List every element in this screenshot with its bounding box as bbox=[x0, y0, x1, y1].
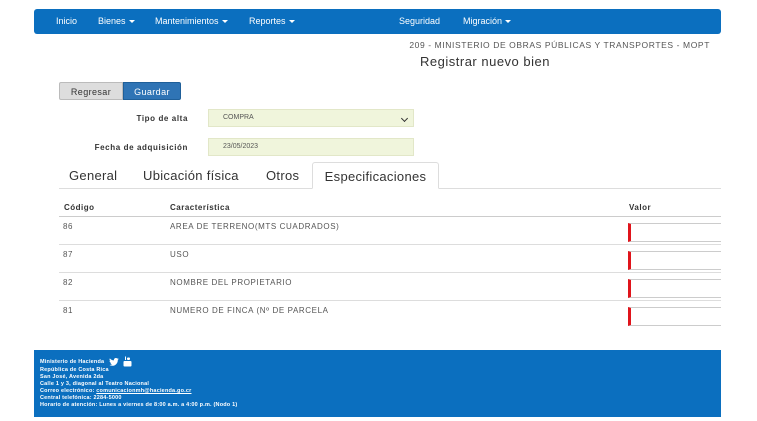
back-button[interactable]: Regresar bbox=[59, 82, 123, 100]
page-title: Registrar nuevo bien bbox=[420, 54, 550, 69]
nav-reportes[interactable]: Reportes bbox=[249, 9, 295, 34]
top-navbar: Inicio Bienes Mantenimientos Reportes Se… bbox=[34, 9, 721, 34]
caret-down-icon bbox=[128, 20, 135, 24]
nav-reportes-label: Reportes bbox=[249, 16, 286, 26]
row-caracteristica: AREA DE TERRENO(MTS CUADRADOS) bbox=[170, 222, 340, 231]
fecha-adquisicion-input[interactable]: 23/05/2023 bbox=[208, 138, 414, 156]
fecha-adquisicion-label: Fecha de adquisición bbox=[94, 143, 188, 152]
footer-email-label: Correo electrónico: bbox=[40, 388, 95, 394]
table-row: 87 USO bbox=[59, 245, 721, 273]
table-row: 82 NOMBRE DEL PROPIETARIO bbox=[59, 273, 721, 301]
row-codigo: 87 bbox=[63, 250, 74, 259]
footer-country: República de Costa Rica bbox=[40, 367, 109, 373]
caret-down-icon bbox=[505, 20, 512, 24]
footer-phone: Central telefónica: 2284-5000 bbox=[40, 395, 122, 401]
valor-input[interactable] bbox=[628, 223, 721, 242]
valor-input[interactable] bbox=[628, 279, 721, 298]
caret-down-icon bbox=[221, 20, 228, 24]
tipo-alta-label: Tipo de alta bbox=[136, 114, 188, 123]
footer-org-name: Ministerio de Hacienda bbox=[40, 358, 105, 365]
row-caracteristica: NOMBRE DEL PROPIETARIO bbox=[170, 278, 293, 287]
footer-email-line: Correo electrónico: comunicacionmh@hacie… bbox=[40, 388, 192, 394]
chevron-down-icon bbox=[400, 114, 409, 123]
column-header-codigo: Código bbox=[64, 203, 95, 212]
nav-inicio[interactable]: Inicio bbox=[56, 9, 77, 34]
twitter-icon[interactable] bbox=[109, 357, 119, 366]
nav-migracion[interactable]: Migración bbox=[463, 9, 512, 34]
nav-seguridad[interactable]: Seguridad bbox=[399, 9, 440, 34]
caret-down-icon bbox=[288, 20, 295, 24]
youtube-icon[interactable] bbox=[123, 356, 132, 367]
nav-mantenimientos-label: Mantenimientos bbox=[155, 16, 219, 26]
ministry-name: 209 - MINISTERIO DE OBRAS PÚBLICAS Y TRA… bbox=[409, 40, 710, 50]
tab-especificaciones[interactable]: Especificaciones bbox=[312, 162, 439, 189]
footer: Ministerio de Hacienda República de Cost… bbox=[34, 350, 721, 417]
footer-address-2: Calle 1 y 3, diagonal al Teatro Nacional bbox=[40, 381, 150, 387]
valor-input[interactable] bbox=[628, 307, 721, 326]
tab-general[interactable]: General bbox=[69, 162, 117, 189]
column-header-caracteristica: Característica bbox=[170, 203, 230, 212]
nav-mantenimientos[interactable]: Mantenimientos bbox=[155, 9, 228, 34]
tab-otros[interactable]: Otros bbox=[266, 162, 299, 189]
row-caracteristica: NUMERO DE FINCA (Nº DE PARCELA bbox=[170, 306, 329, 315]
tab-ubicacion-fisica[interactable]: Ubicación física bbox=[143, 162, 239, 189]
row-codigo: 81 bbox=[63, 306, 74, 315]
footer-address-1: San José, Avenida 2da bbox=[40, 374, 104, 380]
save-button[interactable]: Guardar bbox=[123, 82, 181, 100]
tipo-alta-value: COMPRA bbox=[223, 114, 254, 121]
row-codigo: 86 bbox=[63, 222, 74, 231]
tipo-alta-select[interactable]: COMPRA bbox=[208, 109, 414, 127]
footer-hours: Horario de atención: Lunes a viernes de … bbox=[40, 402, 238, 408]
nav-migracion-label: Migración bbox=[463, 16, 503, 26]
row-codigo: 82 bbox=[63, 278, 74, 287]
footer-org-line: Ministerio de Hacienda bbox=[40, 356, 132, 367]
nav-bienes-label: Bienes bbox=[98, 16, 126, 26]
row-caracteristica: USO bbox=[170, 250, 190, 259]
fecha-adquisicion-value: 23/05/2023 bbox=[223, 143, 259, 150]
valor-input[interactable] bbox=[628, 251, 721, 270]
table-row: 81 NUMERO DE FINCA (Nº DE PARCELA bbox=[59, 301, 721, 329]
footer-email-link[interactable]: comunicacionmh@hacienda.go.cr bbox=[96, 388, 191, 394]
column-header-valor: Valor bbox=[629, 203, 652, 212]
table-row: 86 AREA DE TERRENO(MTS CUADRADOS) bbox=[59, 217, 721, 245]
nav-bienes[interactable]: Bienes bbox=[98, 9, 135, 34]
